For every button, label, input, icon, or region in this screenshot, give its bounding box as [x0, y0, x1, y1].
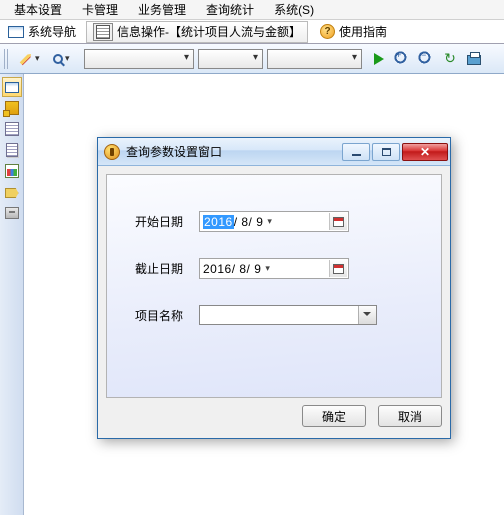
side-toolbar [0, 74, 24, 515]
chevron-down-icon[interactable]: ▾ [265, 263, 270, 274]
dialog-minimize-button[interactable] [342, 143, 370, 161]
chevron-down-icon[interactable]: ▾ [267, 216, 272, 227]
side-document-button[interactable] [2, 119, 22, 139]
start-date-picker-button[interactable] [329, 213, 347, 230]
usage-guide-tab[interactable]: ? 使用指南 [316, 23, 391, 40]
menu-card-management[interactable]: 卡管理 [72, 0, 128, 20]
dialog-footer: 确定 取消 [106, 402, 442, 430]
pencil-icon [16, 49, 36, 69]
start-date-label: 开始日期 [135, 213, 199, 230]
side-tree-button[interactable] [2, 98, 22, 118]
zoom-out-icon [418, 51, 434, 67]
printer-icon [467, 55, 481, 65]
side-tag-button[interactable] [2, 182, 22, 202]
info-operation-tab[interactable]: 信息操作-【统计项目人流与金额】 [86, 21, 308, 43]
zoom-in-button[interactable] [391, 48, 413, 70]
ok-button[interactable]: 确定 [302, 405, 366, 427]
toolbar-combo-2[interactable] [198, 49, 263, 69]
end-date-value: 2016/ 8/ 9 [203, 262, 261, 276]
refresh-icon: ↻ [444, 50, 456, 67]
close-icon: ✕ [420, 145, 430, 159]
zoom-out-button[interactable] [415, 48, 437, 70]
help-icon: ? [320, 24, 335, 39]
start-date-rest: / 8/ 9 [234, 215, 264, 229]
toolbar-combo-1[interactable] [84, 49, 194, 69]
minimize-icon [352, 154, 361, 156]
tag-icon [5, 188, 19, 198]
document-icon [5, 122, 19, 136]
info-operation-label: 信息操作-【统计项目人流与金额】 [117, 23, 301, 40]
toolbar-grip [4, 49, 10, 69]
search-button[interactable] [49, 48, 81, 70]
dialog-close-button[interactable]: ✕ [402, 143, 448, 161]
chart-icon [5, 164, 19, 178]
window-icon [5, 82, 19, 93]
cancel-button[interactable]: 取消 [378, 405, 442, 427]
side-window-button[interactable] [2, 77, 22, 97]
dialog-titlebar[interactable]: 查询参数设置窗口 ✕ [98, 138, 450, 166]
project-name-combo[interactable] [199, 305, 377, 325]
dialog-app-icon [104, 144, 120, 160]
window-icon [8, 26, 24, 38]
side-drawer-button[interactable] [2, 203, 22, 223]
document-icon [93, 23, 113, 41]
side-documents-button[interactable] [2, 140, 22, 160]
tree-icon [5, 101, 19, 115]
side-chart-button[interactable] [2, 161, 22, 181]
end-date-field[interactable]: 2016/ 8/ 9 ▾ [199, 258, 349, 279]
navigation-tab-bar: 系统导航 信息操作-【统计项目人流与金额】 ? 使用指南 [0, 20, 504, 44]
content-area: 查询参数设置窗口 ✕ 开始日期 2016/ 8/ 9 ▾ [24, 74, 504, 515]
main-area: 查询参数设置窗口 ✕ 开始日期 2016/ 8/ 9 ▾ [0, 74, 504, 515]
usage-guide-label: 使用指南 [339, 23, 387, 40]
end-date-picker-button[interactable] [329, 260, 347, 277]
documents-icon [6, 143, 18, 157]
project-name-label: 项目名称 [135, 307, 199, 324]
end-date-label: 截止日期 [135, 260, 199, 277]
menu-query-statistics[interactable]: 查询统计 [196, 0, 264, 20]
toolbar-combo-3[interactable] [267, 49, 362, 69]
calendar-icon [333, 264, 344, 274]
toolbar: ↻ [0, 44, 504, 74]
dialog-body: 开始日期 2016/ 8/ 9 ▾ 截止日期 2016/ 8/ 9 ▾ [106, 174, 442, 398]
refresh-button[interactable]: ↻ [439, 48, 461, 70]
edit-button[interactable] [15, 48, 47, 70]
maximize-icon [382, 148, 391, 156]
run-button[interactable] [374, 53, 384, 65]
drawer-icon [5, 207, 19, 219]
menu-business-management[interactable]: 业务管理 [128, 0, 196, 20]
start-date-year-selected: 2016 [203, 215, 234, 229]
menu-basic-settings[interactable]: 基本设置 [4, 0, 72, 20]
print-button[interactable] [463, 48, 485, 70]
query-params-dialog: 查询参数设置窗口 ✕ 开始日期 2016/ 8/ 9 ▾ [97, 137, 451, 439]
calendar-icon [333, 217, 344, 227]
dialog-maximize-button[interactable] [372, 143, 400, 161]
zoom-in-icon [394, 51, 410, 67]
menu-system[interactable]: 系统(S) [264, 0, 324, 20]
magnifier-icon [53, 54, 63, 64]
system-nav-tab[interactable]: 系统导航 [4, 23, 80, 40]
system-nav-label: 系统导航 [28, 23, 76, 40]
dialog-title: 查询参数设置窗口 [126, 143, 340, 160]
chevron-down-icon [363, 312, 371, 316]
menu-bar: 基本设置 卡管理 业务管理 查询统计 系统(S) [0, 0, 504, 20]
start-date-field[interactable]: 2016/ 8/ 9 ▾ [199, 211, 349, 232]
